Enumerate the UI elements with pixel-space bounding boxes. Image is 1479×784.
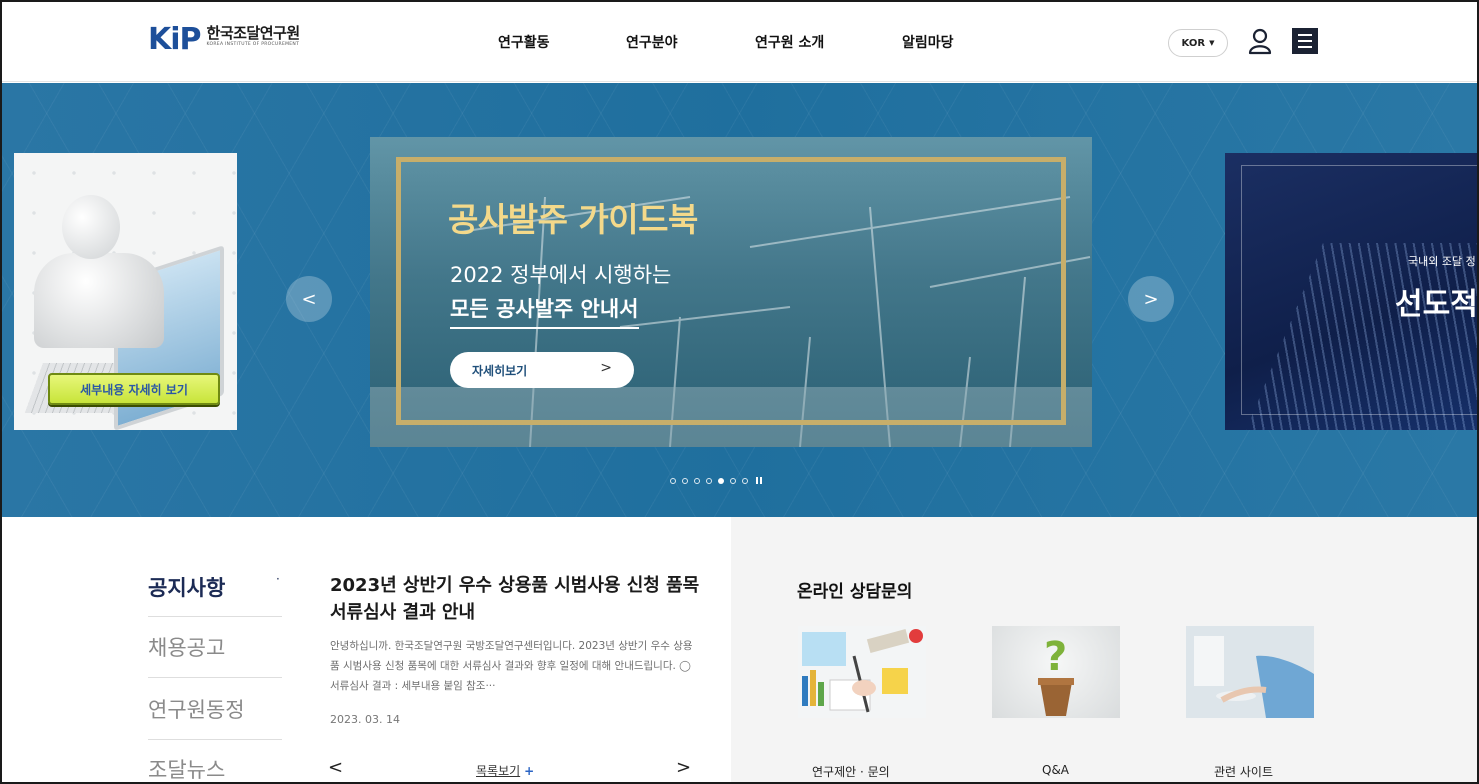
logo-korean-name: 한국조달연구원 — [206, 24, 301, 42]
slide-subtitle-emphasis: 모든 공사발주 안내서 — [450, 293, 639, 329]
related-sites-image — [1186, 626, 1314, 718]
hamburger-menu-icon[interactable] — [1292, 28, 1318, 54]
tab-notices[interactable]: 공지사항 — [148, 572, 282, 602]
site-header: KiP 한국조달연구원 KOREA INSTITUTE OF PROCUREME… — [2, 2, 1477, 82]
figure-head-illustration — [62, 195, 120, 259]
tab-recruitment[interactable]: 채용공고 — [148, 632, 282, 662]
nav-item-research-fields[interactable]: 연구분야 — [626, 32, 678, 52]
slide-title: 공사발주 가이드북 — [448, 200, 698, 239]
chevron-right-icon: > — [676, 757, 692, 778]
list-view-link[interactable]: 목록보기 + — [476, 762, 534, 779]
slide-subtitle: 2022 정부에서 시행하는 — [450, 263, 672, 287]
carousel-slide-previous[interactable]: 세부내용 자세히 보기 — [14, 153, 237, 430]
chevron-left-icon: < — [328, 757, 344, 778]
slide-caption: 국내외 조달 정 — [1408, 255, 1476, 268]
qna-image: ? — [1038, 634, 1074, 716]
chevron-left-icon: < — [301, 288, 317, 310]
carousel-slide-next[interactable]: 국내외 조달 정 선도적 — [1225, 153, 1478, 430]
logo-text: 한국조달연구원 KOREA INSTITUTE OF PROCUREMENT — [206, 24, 301, 48]
divider — [148, 739, 282, 740]
carousel-dot[interactable] — [706, 477, 712, 484]
carousel-next-button[interactable]: > — [1128, 276, 1174, 322]
view-details-button[interactable]: 자세히보기 > — [450, 352, 634, 388]
list-view-label: 목록보기 — [476, 764, 521, 778]
carousel-dot[interactable] — [730, 477, 736, 484]
site-logo[interactable]: KiP 한국조달연구원 KOREA INSTITUTE OF PROCUREME… — [148, 24, 300, 56]
notice-prev-button[interactable]: < — [328, 757, 343, 778]
carousel-dot[interactable] — [670, 477, 676, 484]
research-proposal-image — [798, 626, 926, 718]
figure-illustration — [34, 253, 164, 348]
notice-title[interactable]: 2023년 상반기 우수 상용품 시범사용 신청 품목 서류심사 결과 안내 — [330, 572, 710, 626]
carousel-slide-current[interactable]: 공사발주 가이드북 2022 정부에서 시행하는 모든 공사발주 안내서 자세히… — [370, 137, 1092, 447]
research-proposal-label[interactable]: 연구제안 · 문의 — [812, 763, 890, 780]
tab-institute-news[interactable]: 연구원동정 — [148, 694, 282, 724]
related-sites-label[interactable]: 관련 사이트 — [1214, 763, 1273, 780]
nav-item-notices[interactable]: 알림마당 — [902, 32, 954, 52]
language-select[interactable]: KOR ▼ — [1168, 29, 1228, 57]
page: KiP 한국조달연구원 KOREA INSTITUTE OF PROCUREME… — [0, 0, 1479, 784]
logo-english-name: KOREA INSTITUTE OF PROCUREMENT — [206, 42, 300, 47]
view-details-label: 자세히보기 — [472, 363, 528, 378]
language-value: KOR — [1181, 37, 1206, 49]
logo-mark: KiP — [148, 22, 202, 57]
divider — [148, 677, 282, 678]
related-sites-card[interactable] — [1186, 626, 1314, 718]
carousel-dot[interactable] — [694, 477, 700, 484]
notice-next-button[interactable]: > — [676, 757, 691, 778]
plus-icon: + — [524, 764, 535, 778]
svg-text:?: ? — [1044, 634, 1067, 680]
slide-headline: 선도적 — [1395, 287, 1478, 322]
consult-title: 온라인 상담문의 — [797, 582, 913, 602]
notice-date: 2023. 03. 14 — [330, 713, 400, 726]
active-tab-marker: · — [276, 572, 280, 586]
carousel-dot[interactable] — [742, 477, 748, 484]
qna-card[interactable]: ? — [992, 626, 1120, 718]
qna-label[interactable]: Q&A — [1042, 763, 1069, 777]
detail-view-button[interactable]: 세부내용 자세히 보기 — [48, 373, 220, 405]
chevron-down-icon: ▼ — [1209, 39, 1215, 47]
tab-procurement-news[interactable]: 조달뉴스 — [148, 754, 282, 782]
chevron-right-icon: > — [600, 360, 612, 376]
user-icon[interactable] — [1247, 27, 1273, 55]
carousel-dot-active[interactable] — [718, 477, 724, 484]
divider — [148, 616, 282, 617]
notice-excerpt: 안녕하십니까. 한국조달연구원 국방조달연구센터입니다. 2023년 상반기 우… — [330, 640, 693, 692]
carousel-prev-button[interactable]: < — [286, 276, 332, 322]
hero-carousel: 세부내용 자세히 보기 공사발주 가이드북 2022 정부에서 시행하는 모든 … — [2, 83, 1477, 517]
chevron-right-icon: > — [1143, 288, 1159, 310]
nav-item-research-activities[interactable]: 연구활동 — [498, 32, 550, 52]
research-proposal-card[interactable] — [798, 626, 926, 718]
carousel-dot[interactable] — [682, 477, 688, 484]
carousel-pagination — [670, 477, 762, 484]
nav-item-about[interactable]: 연구원 소개 — [755, 32, 824, 52]
pause-icon[interactable] — [756, 477, 762, 484]
